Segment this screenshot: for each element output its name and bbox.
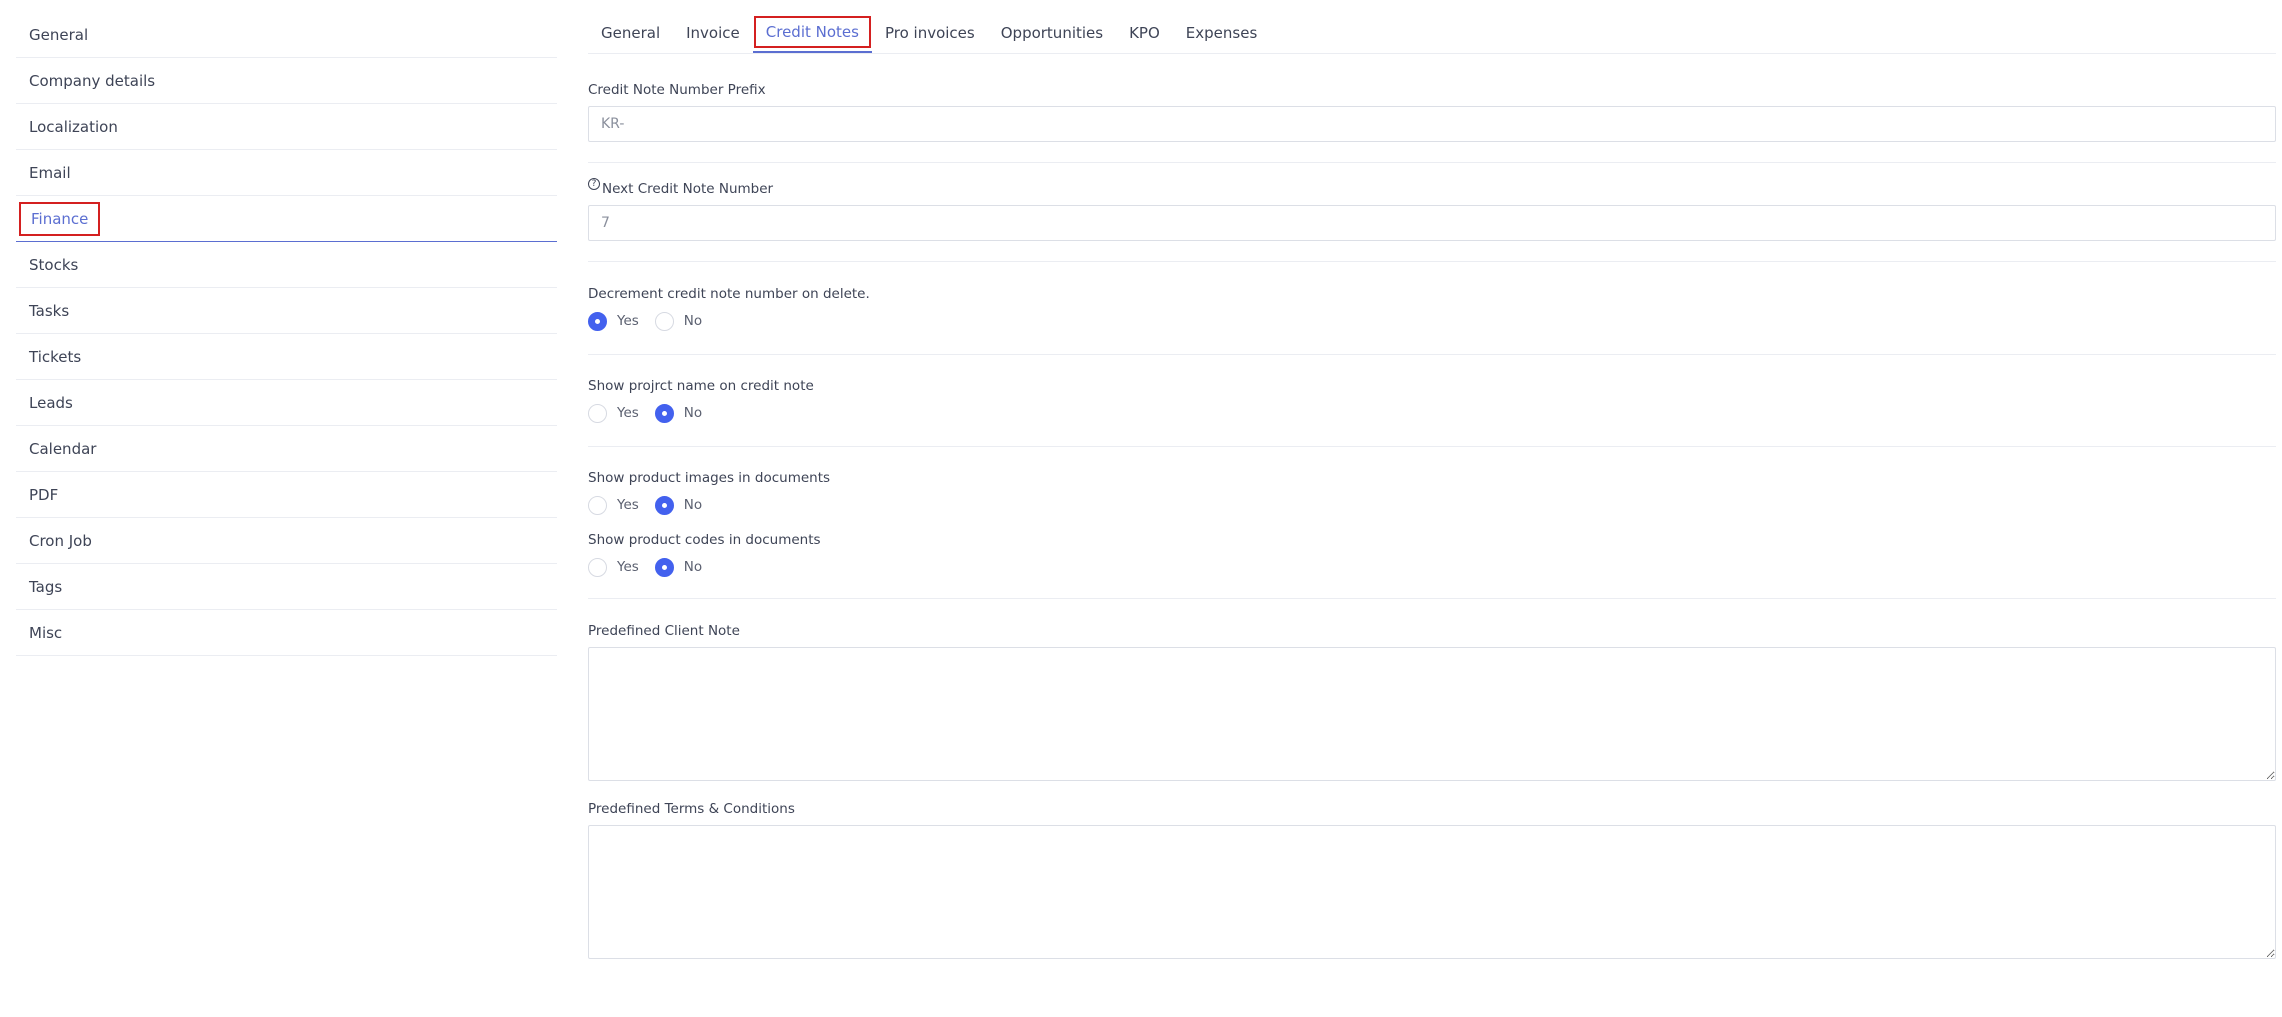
prefix-input[interactable] — [588, 106, 2276, 142]
tab-opportunities[interactable]: Opportunities — [988, 12, 1116, 53]
sidebar-item-tasks[interactable]: Tasks — [16, 288, 557, 334]
tab-label: Expenses — [1185, 23, 1258, 42]
next-number-section: ? Next Credit Note Number — [588, 163, 2276, 262]
finance-tabs: General Invoice Credit Notes Pro invoice… — [588, 12, 2276, 54]
show-images-yes-option[interactable]: Yes — [588, 495, 639, 515]
show-project-label: Show projrct name on credit note — [588, 378, 814, 394]
tab-invoice[interactable]: Invoice — [673, 12, 753, 53]
radio-label: Yes — [617, 497, 639, 513]
sidebar-item-general[interactable]: General — [16, 12, 557, 58]
tab-label: Pro invoices — [884, 23, 975, 42]
show-product-section: Show product images in documents Yes No … — [588, 447, 2276, 599]
sidebar-item-label: Stocks — [29, 255, 79, 274]
show-codes-yes-radio[interactable] — [588, 557, 607, 577]
tab-label: Opportunities — [1000, 23, 1104, 42]
question-circle-icon[interactable]: ? — [588, 178, 600, 190]
sidebar-item-calendar[interactable]: Calendar — [16, 426, 557, 472]
tab-label: Invoice — [686, 23, 740, 42]
radio-label: No — [683, 313, 703, 329]
next-number-label-row: ? Next Credit Note Number — [588, 178, 2276, 197]
sidebar-item-label: Leads — [29, 393, 73, 412]
tab-label: Credit Notes — [753, 15, 871, 48]
show-images-no-option[interactable]: No — [654, 495, 703, 515]
radio-label: No — [683, 497, 703, 513]
sidebar-item-label: Finance — [19, 201, 101, 236]
terms-label: Predefined Terms & Conditions — [588, 801, 795, 817]
decrement-no-option[interactable]: No — [654, 311, 703, 331]
client-note-textarea[interactable] — [588, 647, 2276, 781]
terms-section: Predefined Terms & Conditions — [588, 781, 2276, 959]
prefix-label: Credit Note Number Prefix — [588, 82, 766, 98]
sidebar-item-misc[interactable]: Misc — [16, 610, 557, 656]
show-images-yes-radio[interactable] — [588, 495, 607, 515]
client-note-section: Predefined Client Note — [588, 599, 2276, 781]
sidebar-item-stocks[interactable]: Stocks — [16, 242, 557, 288]
sidebar-item-label: Email — [29, 163, 71, 182]
sidebar-item-pdf[interactable]: PDF — [16, 472, 557, 518]
sidebar-item-localization[interactable]: Localization — [16, 104, 557, 150]
show-project-no-option[interactable]: No — [654, 403, 703, 423]
sidebar-item-label: Localization — [29, 117, 118, 136]
sidebar-item-label: Tickets — [29, 347, 82, 366]
show-codes-label: Show product codes in documents — [588, 532, 821, 548]
sidebar-item-label: PDF — [29, 485, 59, 504]
sidebar-item-label: Tasks — [29, 301, 70, 320]
decrement-section: Decrement credit note number on delete. … — [588, 262, 2276, 355]
sidebar-item-label: Tags — [29, 577, 63, 596]
next-number-input[interactable] — [588, 205, 2276, 241]
sidebar-item-tickets[interactable]: Tickets — [16, 334, 557, 380]
client-note-label: Predefined Client Note — [588, 623, 740, 639]
show-images-label: Show product images in documents — [588, 470, 831, 486]
show-project-yes-option[interactable]: Yes — [588, 403, 639, 423]
show-project-section: Show projrct name on credit note Yes No — [588, 355, 2276, 447]
settings-sidebar: General Company details Localization Ema… — [16, 12, 557, 656]
sidebar-item-label: Misc — [29, 623, 63, 642]
show-codes-yes-option[interactable]: Yes — [588, 557, 639, 577]
show-project-radio-group: Yes No — [588, 402, 2276, 424]
decrement-label: Decrement credit note number on delete. — [588, 286, 870, 302]
sidebar-item-label: Cron Job — [29, 531, 92, 550]
tab-label: General — [601, 23, 661, 42]
prefix-section: Credit Note Number Prefix — [588, 54, 2276, 163]
settings-page: General Company details Localization Ema… — [0, 0, 2282, 1017]
tab-pro-invoices[interactable]: Pro invoices — [872, 12, 988, 53]
finance-settings-content: General Invoice Credit Notes Pro invoice… — [588, 12, 2276, 959]
tab-expenses[interactable]: Expenses — [1173, 12, 1270, 53]
sidebar-item-cron-job[interactable]: Cron Job — [16, 518, 557, 564]
sidebar-item-finance[interactable]: Finance — [16, 196, 557, 242]
show-codes-no-radio[interactable] — [654, 557, 674, 577]
sidebar-item-leads[interactable]: Leads — [16, 380, 557, 426]
show-project-no-radio[interactable] — [654, 403, 674, 423]
show-images-radio-group: Yes No — [588, 494, 2276, 516]
sidebar-item-label: Company details — [29, 71, 156, 90]
radio-label: Yes — [617, 313, 639, 329]
decrement-yes-option[interactable]: Yes — [588, 311, 639, 331]
terms-textarea[interactable] — [588, 825, 2276, 959]
radio-label: Yes — [617, 559, 639, 575]
radio-label: No — [683, 405, 703, 421]
decrement-yes-radio[interactable] — [588, 311, 607, 331]
next-number-label: Next Credit Note Number — [602, 181, 774, 197]
sidebar-item-tags[interactable]: Tags — [16, 564, 557, 610]
tab-general[interactable]: General — [588, 12, 673, 53]
tab-label: KPO — [1129, 23, 1160, 42]
show-codes-no-option[interactable]: No — [654, 557, 703, 577]
tab-kpo[interactable]: KPO — [1116, 12, 1173, 53]
radio-label: Yes — [617, 405, 639, 421]
decrement-radio-group: Yes No — [588, 310, 2276, 332]
show-images-no-radio[interactable] — [654, 495, 674, 515]
show-codes-radio-group: Yes No — [588, 556, 2276, 578]
sidebar-item-label: General — [29, 25, 89, 44]
radio-label: No — [683, 559, 703, 575]
show-project-yes-radio[interactable] — [588, 403, 607, 423]
sidebar-item-label: Calendar — [29, 439, 97, 458]
decrement-no-radio[interactable] — [654, 311, 674, 331]
sidebar-item-email[interactable]: Email — [16, 150, 557, 196]
sidebar-item-company-details[interactable]: Company details — [16, 58, 557, 104]
tab-credit-notes[interactable]: Credit Notes — [752, 12, 872, 53]
